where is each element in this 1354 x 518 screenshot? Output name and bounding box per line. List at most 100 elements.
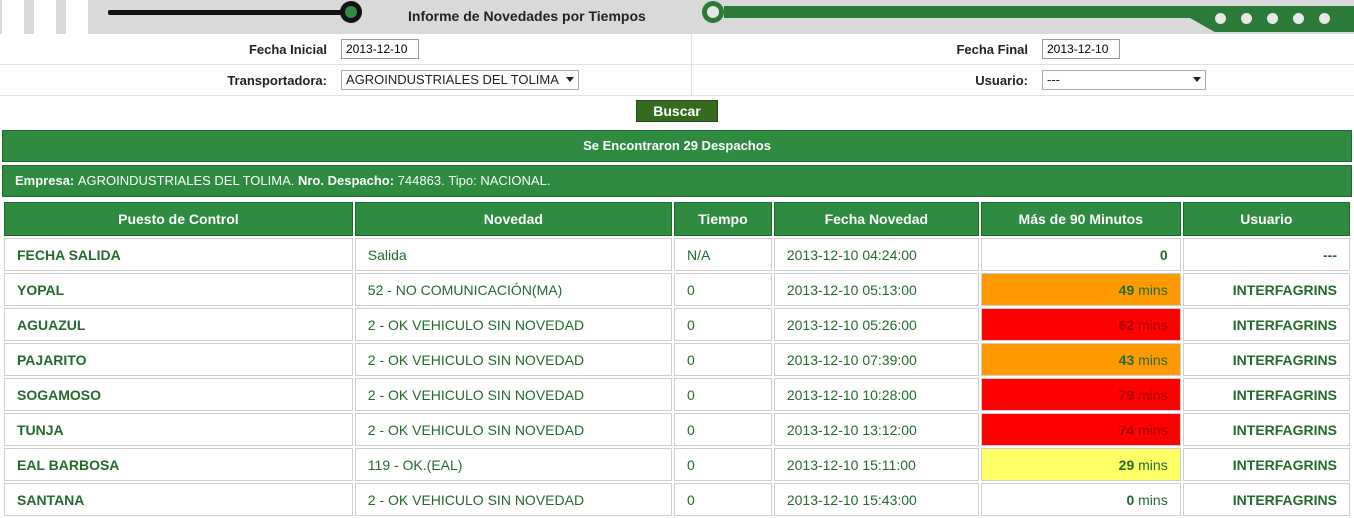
empresa-value: AGROINDUSTRIALES DEL TOLIMA. (77, 173, 295, 188)
transportadora-select[interactable]: AGROINDUSTRIALES DEL TOLIMA (341, 70, 579, 90)
table-header: Puesto de Control Novedad Tiempo Fecha N… (4, 202, 1350, 236)
cell-usuario: INTERFAGRINS (1182, 273, 1350, 306)
transportadora-value: AGROINDUSTRIALES DEL TOLIMA (346, 72, 559, 87)
mas-90-value: 49 (1118, 281, 1135, 298)
nro-despacho-value: 744863. (397, 173, 445, 188)
col-mas-90: Más de 90 Minutos (980, 202, 1181, 236)
cell-novedad: 2 - OK VEHICULO SIN NOVEDAD (354, 483, 672, 516)
decor-knob-icon (702, 1, 724, 23)
col-tiempo: Tiempo (673, 202, 772, 236)
cell-usuario: INTERFAGRINS (1182, 308, 1350, 341)
cell-tiempo: 0 (673, 308, 772, 341)
cell-puesto: AGUAZUL (4, 308, 353, 341)
table-row: EAL BARBOSA 119 - OK.(EAL) 0 2013-12-10 … (4, 448, 1350, 481)
dispatch-info: Empresa: AGROINDUSTRIALES DEL TOLIMA. Nr… (2, 165, 1352, 197)
cell-mas-90: 0 (980, 238, 1181, 271)
cell-novedad: Salida (354, 238, 672, 271)
cell-tiempo: 0 (673, 273, 772, 306)
table-row: SOGAMOSO 2 - OK VEHICULO SIN NOVEDAD 0 2… (4, 378, 1350, 411)
transportadora-label: Transportadora: (0, 64, 341, 96)
cell-usuario: INTERFAGRINS (1182, 343, 1350, 376)
col-fecha-novedad: Fecha Novedad (773, 202, 979, 236)
mas-90-value: 29 (1118, 456, 1135, 473)
mas-90-value: 62 (1118, 316, 1135, 333)
cell-puesto: TUNJA (4, 413, 353, 446)
fecha-final-label: Fecha Final (691, 34, 1042, 65)
filter-form: Fecha Inicial Fecha Final Transportadora… (0, 34, 1354, 96)
mas-90-value: 0 (1159, 246, 1168, 263)
empresa-label: Empresa: (15, 173, 75, 188)
cell-fecha: 2013-12-10 13:12:00 (773, 413, 979, 446)
banner-stripe (2, 0, 24, 34)
cell-mas-90: 43 mins (980, 343, 1181, 376)
usuario-label: Usuario: (691, 64, 1042, 96)
table-row: PAJARITO 2 - OK VEHICULO SIN NOVEDAD 0 2… (4, 343, 1350, 376)
banner-stripe (66, 0, 88, 34)
cell-tiempo: 0 (673, 448, 772, 481)
fecha-inicial-input[interactable] (341, 39, 419, 59)
table-row: AGUAZUL 2 - OK VEHICULO SIN NOVEDAD 0 20… (4, 308, 1350, 341)
nro-despacho-label: Nro. Despacho: (297, 173, 395, 188)
decor-line (108, 10, 352, 15)
cell-fecha: 2013-12-10 10:28:00 (773, 378, 979, 411)
novedades-table: Puesto de Control Novedad Tiempo Fecha N… (2, 200, 1352, 518)
cell-mas-90: 62 mins (980, 308, 1181, 341)
cell-tiempo: 0 (673, 483, 772, 516)
table-row: FECHA SALIDA Salida N/A 2013-12-10 04:24… (4, 238, 1350, 271)
table-row: YOPAL 52 - NO COMUNICACIÓN(MA) 0 2013-12… (4, 273, 1350, 306)
cell-fecha: 2013-12-10 15:11:00 (773, 448, 979, 481)
tipo-value: Tipo: NACIONAL. (448, 173, 551, 188)
table-row: SANTANA 2 - OK VEHICULO SIN NOVEDAD 0 20… (4, 483, 1350, 516)
mas-90-unit: mins (1134, 316, 1168, 333)
dropdown-arrow-icon (1193, 77, 1201, 82)
cell-usuario: INTERFAGRINS (1182, 378, 1350, 411)
cell-usuario: INTERFAGRINS (1182, 448, 1350, 481)
cell-fecha: 2013-12-10 05:26:00 (773, 308, 979, 341)
cell-novedad: 2 - OK VEHICULO SIN NOVEDAD (354, 378, 672, 411)
mas-90-unit: mins (1134, 421, 1168, 438)
mas-90-value: 74 (1118, 421, 1135, 438)
col-novedad: Novedad (354, 202, 672, 236)
fecha-inicial-label: Fecha Inicial (0, 34, 341, 65)
mas-90-unit: mins (1134, 386, 1168, 403)
cell-novedad: 2 - OK VEHICULO SIN NOVEDAD (354, 413, 672, 446)
cell-tiempo: 0 (673, 378, 772, 411)
cell-puesto: YOPAL (4, 273, 353, 306)
fecha-final-input[interactable] (1042, 39, 1120, 59)
usuario-value: --- (1047, 72, 1060, 87)
mas-90-value: 43 (1118, 351, 1135, 368)
cell-usuario: INTERFAGRINS (1182, 413, 1350, 446)
cell-novedad: 52 - NO COMUNICACIÓN(MA) (354, 273, 672, 306)
dot-icon (1293, 13, 1304, 24)
mas-90-unit: mins (1134, 281, 1168, 298)
dot-icon (1319, 13, 1330, 24)
cell-tiempo: 0 (673, 343, 772, 376)
cell-novedad: 2 - OK VEHICULO SIN NOVEDAD (354, 343, 672, 376)
mas-90-value: 79 (1118, 386, 1135, 403)
dot-icon (1267, 13, 1278, 24)
usuario-select[interactable]: --- (1042, 70, 1206, 90)
cell-puesto: SOGAMOSO (4, 378, 353, 411)
results-summary: Se Encontraron 29 Despachos (2, 130, 1352, 162)
buscar-button[interactable]: Buscar (636, 100, 718, 122)
dot-icon (1241, 13, 1252, 24)
cell-novedad: 2 - OK VEHICULO SIN NOVEDAD (354, 308, 672, 341)
cell-fecha: 2013-12-10 07:39:00 (773, 343, 979, 376)
cell-fecha: 2013-12-10 04:24:00 (773, 238, 979, 271)
mas-90-unit: mins (1134, 351, 1168, 368)
cell-puesto: EAL BARBOSA (4, 448, 353, 481)
mas-90-unit: mins (1134, 456, 1168, 473)
cell-usuario: INTERFAGRINS (1182, 483, 1350, 516)
cell-mas-90: 74 mins (980, 413, 1181, 446)
cell-mas-90: 0 mins (980, 483, 1181, 516)
cell-fecha: 2013-12-10 15:43:00 (773, 483, 979, 516)
page-title: Informe de Novedades por Tiempos (408, 8, 646, 24)
cell-mas-90: 29 mins (980, 448, 1181, 481)
dot-icon (1215, 13, 1226, 24)
col-puesto: Puesto de Control (4, 202, 353, 236)
dropdown-arrow-icon (566, 77, 574, 82)
banner-stripe (34, 0, 56, 34)
top-banner: Informe de Novedades por Tiempos (0, 0, 1354, 34)
table-row: TUNJA 2 - OK VEHICULO SIN NOVEDAD 0 2013… (4, 413, 1350, 446)
cell-novedad: 119 - OK.(EAL) (354, 448, 672, 481)
